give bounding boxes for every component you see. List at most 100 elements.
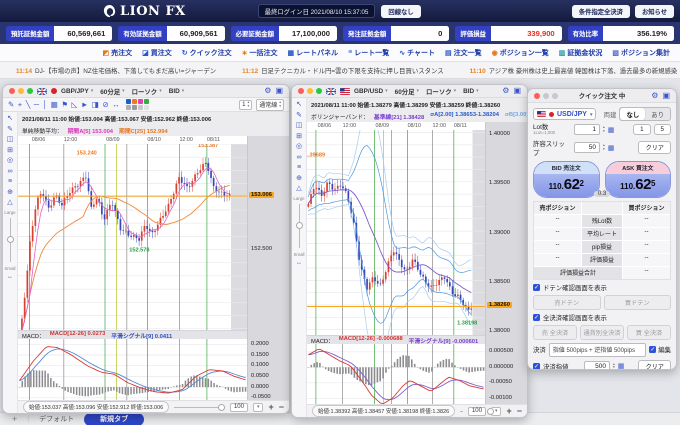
link-icon[interactable]: ∞	[8, 168, 13, 175]
price-chart-canvas[interactable]: 1.396891.38198	[307, 130, 485, 335]
window-titlebar[interactable]: クイック注文 中 ⚙▣	[528, 89, 676, 103]
indicator-icon[interactable]: ⊞	[7, 147, 13, 154]
draw-icon[interactable]: ✎	[7, 126, 13, 133]
window-titlebar[interactable]: GBP/USD▾ 60分足▾ ローソク▾ BID▾ ⚙ ▣	[292, 85, 527, 98]
settle-summary-field[interactable]: 指値 500pips + 逆指値 500pips	[549, 343, 646, 357]
price-chart-canvas[interactable]: 153.240153.387152.578	[18, 144, 247, 330]
gear-icon[interactable]: ⚙	[264, 87, 271, 95]
close-icon[interactable]	[9, 88, 15, 94]
macd-chart-canvas[interactable]	[18, 339, 247, 400]
grid-icon[interactable]: ▦	[51, 101, 58, 109]
lot-preset-1[interactable]: 1	[633, 124, 650, 135]
color-swatch[interactable]	[132, 105, 137, 110]
chart-type-icon[interactable]: ◫	[7, 136, 14, 143]
vline-icon[interactable]: │	[43, 101, 48, 109]
pan-arrows-icon[interactable]: ↔	[7, 274, 13, 280]
candle-size-slider[interactable]	[299, 204, 300, 248]
maximize-icon[interactable]	[316, 88, 322, 94]
menu-item-batch-order[interactable]: ∗一括注文	[242, 48, 278, 58]
color-swatch[interactable]	[126, 99, 131, 104]
trendline-icon[interactable]: ╲	[26, 101, 31, 109]
target-icon[interactable]: ◎	[296, 143, 302, 150]
zoom-in-button[interactable]: +	[506, 406, 511, 416]
crosshair-icon[interactable]: +	[18, 101, 22, 109]
maximize-icon[interactable]	[27, 88, 33, 94]
tab-new-active[interactable]: 新規タブ	[84, 413, 144, 425]
zoom-in-button[interactable]: +	[268, 402, 273, 412]
close-all-confirm-checkbox[interactable]	[533, 314, 540, 321]
news-item[interactable]: 11:10アジア株 豪州株は史上最高値 韓国株は下落、過去最多の新規感染	[470, 66, 678, 75]
zoom-slider[interactable]	[460, 411, 463, 412]
lot-stepper[interactable]	[603, 126, 605, 133]
news-item[interactable]: 11:12日足テクニカル・ドル円=雲の下限を支持に押し目買いスタンス	[242, 66, 444, 75]
color-swatch[interactable]	[126, 105, 131, 110]
menu-item-chart[interactable]: ∿チャート	[399, 48, 435, 58]
select-icon[interactable]: ↖	[7, 115, 13, 122]
hedge-on-option[interactable]: あり	[645, 108, 670, 120]
list-icon[interactable]: ≡	[8, 178, 12, 185]
indicator-icon[interactable]: ⊞	[296, 133, 302, 140]
globe-icon[interactable]: ⊕	[7, 189, 13, 196]
hedge-off-option[interactable]: なし	[620, 108, 645, 120]
zoom-select-caret[interactable]	[253, 403, 264, 412]
slippage-input[interactable]: 50	[574, 142, 600, 153]
candle-size-slider[interactable]	[10, 218, 11, 262]
buy-doten-button[interactable]: 買ドテン	[604, 295, 672, 310]
zoom-out-button[interactable]: −	[517, 406, 522, 416]
menu-item-quick-order[interactable]: ↻クイック注文	[182, 48, 232, 58]
macd-chart-canvas[interactable]	[307, 344, 485, 404]
chart-title-selectors[interactable]: GBP/USD▾ 60分足▾ ローソク▾ BID▾	[354, 87, 479, 96]
color-swatch[interactable]	[144, 99, 149, 104]
color-swatch[interactable]	[132, 99, 137, 104]
eraser-icon[interactable]: ◨	[92, 101, 99, 109]
hedge-toggle[interactable]: なしあり	[619, 107, 671, 121]
doten-confirm-checkbox[interactable]	[533, 284, 540, 291]
window-titlebar[interactable]: GBP/JPY▾60分足▾ローソク▾BID▾ ⚙▣	[3, 85, 289, 98]
menu-item-margin-status[interactable]: ▥証拠金状況	[559, 48, 603, 58]
pair-close-all-button[interactable]: 通貨別全決済	[580, 325, 624, 340]
alert-icon[interactable]: △	[296, 185, 301, 192]
title-dropdown[interactable]: 60分足▾	[395, 87, 419, 96]
zoom-slider[interactable]	[174, 407, 225, 408]
menu-item-order-list[interactable]: ▤注文一覧	[445, 48, 482, 58]
title-dropdown[interactable]: ローソク▾	[132, 87, 162, 96]
slippage-stepper[interactable]	[603, 144, 605, 151]
line-width-stepper[interactable]: 1	[239, 100, 252, 110]
target-icon[interactable]: ◎	[7, 157, 13, 164]
freehand-icon[interactable]: ✎	[8, 101, 14, 109]
title-dropdown[interactable]: ローソク▾	[426, 87, 456, 96]
keypad-icon[interactable]	[608, 144, 615, 152]
chart-window-gbpusd[interactable]: GBP/USD▾60分足▾ローソク▾BID▾ ⚙▣ ↖✎◫⊞◎∞≡⊕△ Larg…	[291, 84, 528, 418]
bid-sell-button[interactable]: BID 売注文 110.622	[533, 161, 600, 198]
duplicate-window-icon[interactable]: ▣	[275, 87, 283, 95]
currency-pair-select[interactable]: USD/JPY	[533, 108, 596, 120]
lot-preset-5[interactable]: 5	[654, 124, 671, 135]
flag-icon[interactable]: ⚑	[61, 101, 68, 109]
news-item[interactable]: 11:14DJ-【市場の声】NZ住宅価格、下落してもまだ高い=ジャーデン	[16, 66, 216, 75]
pan-arrows-icon[interactable]: ↔	[296, 260, 302, 266]
minimize-icon[interactable]	[307, 88, 313, 94]
keypad-icon[interactable]	[618, 362, 625, 369]
title-dropdown[interactable]: BID▾	[169, 88, 185, 95]
title-dropdown[interactable]: GBP/JPY▾	[61, 88, 93, 95]
quick-order-panel[interactable]: クイック注文 中 ⚙▣ USD/JPY 両建 なしあり Lot数1Lot=1,0…	[527, 88, 677, 370]
title-dropdown[interactable]: BID▾	[463, 88, 479, 95]
link-icon[interactable]: ∞	[297, 154, 302, 161]
duplicate-window-icon[interactable]: ▣	[513, 87, 521, 95]
zoom-value[interactable]: 100	[230, 403, 248, 412]
line-style-select[interactable]: 通常線	[256, 99, 284, 111]
news-ticker[interactable]: 11:14DJ-【市場の声】NZ住宅価格、下落してもまだ高い=ジャーデン 11:…	[0, 62, 680, 79]
connection-status-button[interactable]: 回線なし	[381, 5, 420, 18]
menu-item-rate-list[interactable]: ≡レート一覧	[348, 48, 389, 58]
draw-icon[interactable]: ✎	[296, 112, 302, 119]
menu-item-position-list[interactable]: ◉ポジション一覧	[492, 48, 549, 58]
limit-clear-button[interactable]: クリア	[638, 360, 671, 369]
title-dropdown[interactable]: GBP/USD▾	[354, 88, 388, 95]
color-swatch[interactable]	[138, 105, 143, 110]
edit-checkbox[interactable]	[649, 346, 656, 353]
menu-item-sell-order[interactable]: ◩売注文	[102, 48, 132, 58]
conditional-close-button[interactable]: 条件指定全決済	[572, 5, 630, 18]
buy-close-all-button[interactable]: 買 全決済	[627, 325, 671, 340]
gear-icon[interactable]: ⚙	[502, 87, 509, 95]
limit-checkbox[interactable]	[533, 363, 540, 369]
